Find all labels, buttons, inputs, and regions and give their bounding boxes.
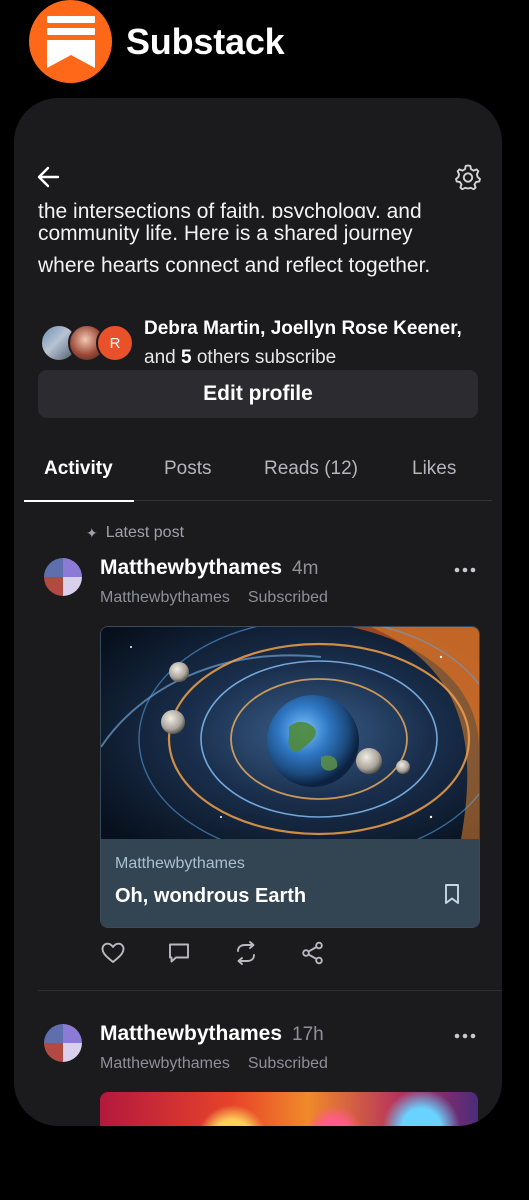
embed-publication[interactable]: Matthewbythames (115, 855, 245, 873)
post-embed-card[interactable]: Matthewbythames Oh, wondrous Earth (100, 626, 480, 928)
more-options-icon[interactable] (452, 1028, 478, 1044)
brand-name: Substack (126, 21, 285, 62)
post-cover-image[interactable] (100, 1092, 478, 1126)
brand-header: Substack (29, 0, 285, 84)
post-author-name[interactable]: Matthewbythames (100, 1022, 282, 1045)
bio-line-cut: the intersections of faith, psychology, … (38, 200, 422, 218)
profile-screen: the intersections of faith, psychology, … (14, 98, 502, 1126)
feed-divider (38, 990, 502, 991)
post-author[interactable]: Matthewbythames 4m (100, 556, 318, 580)
edit-profile-button[interactable]: Edit profile (38, 370, 478, 418)
subscriber-text: Debra Martin, Joellyn Rose Keener, and 5… (144, 314, 462, 372)
share-icon[interactable] (300, 940, 326, 966)
subscriber-suffix: others subscribe (196, 347, 337, 368)
post-publication[interactable]: Matthewbythames (100, 1055, 230, 1072)
sparkle-icon: ✦ (86, 524, 98, 541)
substack-logo-icon (29, 0, 112, 83)
post-time: 17h (292, 1024, 324, 1045)
post-author-name[interactable]: Matthewbythames (100, 556, 282, 579)
subscription-status: Subscribed (247, 589, 328, 606)
post-author[interactable]: Matthewbythames 17h (100, 1022, 324, 1046)
embed-title[interactable]: Oh, wondrous Earth (115, 885, 306, 908)
post-publication[interactable]: Matthewbythames (100, 589, 230, 606)
bio-line: community life. Here is a shared journey (38, 222, 413, 245)
bio-line: where hearts connect and reflect togethe… (38, 254, 431, 277)
avatar[interactable] (44, 1024, 82, 1062)
post-header: Matthewbythames 4m Matthewbythames Subscri… (38, 556, 478, 616)
avatar[interactable] (44, 558, 82, 596)
latest-post-text: Latest post (105, 524, 185, 541)
gear-icon[interactable] (451, 160, 485, 194)
restack-icon[interactable] (233, 940, 259, 966)
post-actions (100, 940, 340, 970)
more-options-icon[interactable] (452, 562, 478, 578)
post-meta: Matthewbythames Subscribed (100, 1055, 328, 1073)
heart-icon[interactable] (100, 940, 126, 966)
latest-post-label: ✦ Latest post (86, 524, 184, 542)
post-cover-image[interactable] (101, 627, 479, 839)
subscriber-count: 5 (180, 347, 192, 368)
subscriber-names: Debra Martin, Joellyn Rose Keener, (144, 318, 462, 339)
profile-bio: the intersections of faith, psychology, … (38, 196, 488, 282)
tab-likes[interactable]: Likes (412, 458, 456, 500)
comment-icon[interactable] (166, 940, 192, 966)
tab-posts[interactable]: Posts (164, 458, 212, 500)
subscriber-summary[interactable]: R Debra Martin, Joellyn Rose Keener, and… (38, 310, 488, 370)
post-header: Matthewbythames 17h Matthewbythames Subscr… (38, 1022, 478, 1082)
avatar: R (96, 324, 134, 362)
post-embed-footer: Matthewbythames Oh, wondrous Earth (101, 839, 479, 927)
back-arrow-icon[interactable] (34, 162, 64, 192)
post-meta: Matthewbythames Subscribed (100, 589, 328, 607)
subscription-status: Subscribed (247, 1055, 328, 1072)
subscriber-prefix: and (144, 347, 176, 368)
tab-reads[interactable]: Reads (12) (264, 458, 358, 500)
post-time: 4m (292, 558, 319, 579)
profile-tabs: Activity Posts Reads (12) Likes (24, 454, 492, 502)
tab-activity[interactable]: Activity (24, 458, 134, 502)
subscriber-avatars: R (40, 324, 134, 362)
bookmark-icon[interactable] (443, 883, 461, 905)
